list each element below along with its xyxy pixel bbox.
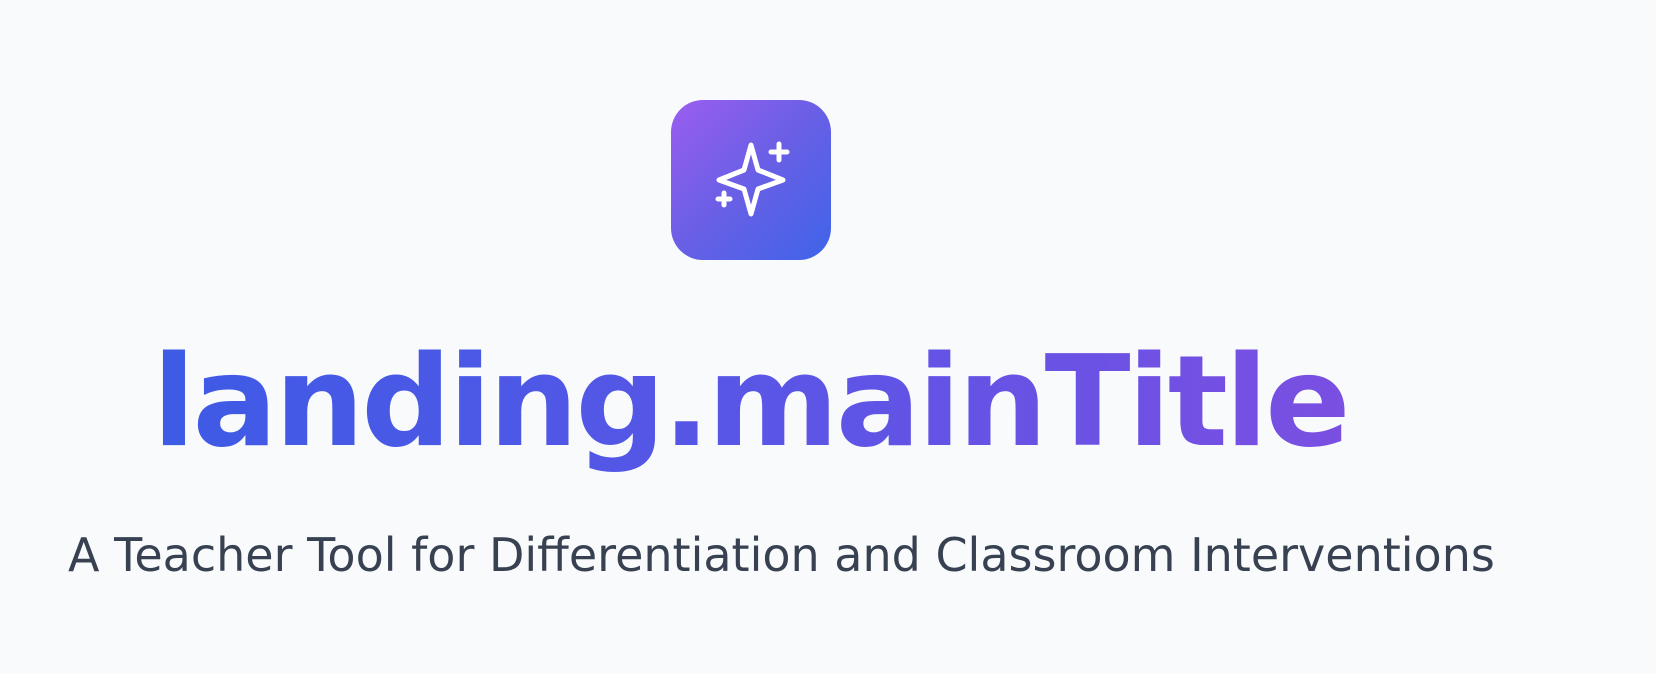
sparkles-icon [715, 141, 790, 217]
page-subtitle: A Teacher Tool for Differentiation and C… [68, 528, 1495, 582]
app-logo [671, 100, 831, 260]
page-title: landing.mainTitle [0, 332, 1500, 472]
landing-hero: landing.mainTitle A Teacher Tool for Dif… [0, 0, 1656, 674]
page-title-text: landing.mainTitle [152, 328, 1350, 475]
